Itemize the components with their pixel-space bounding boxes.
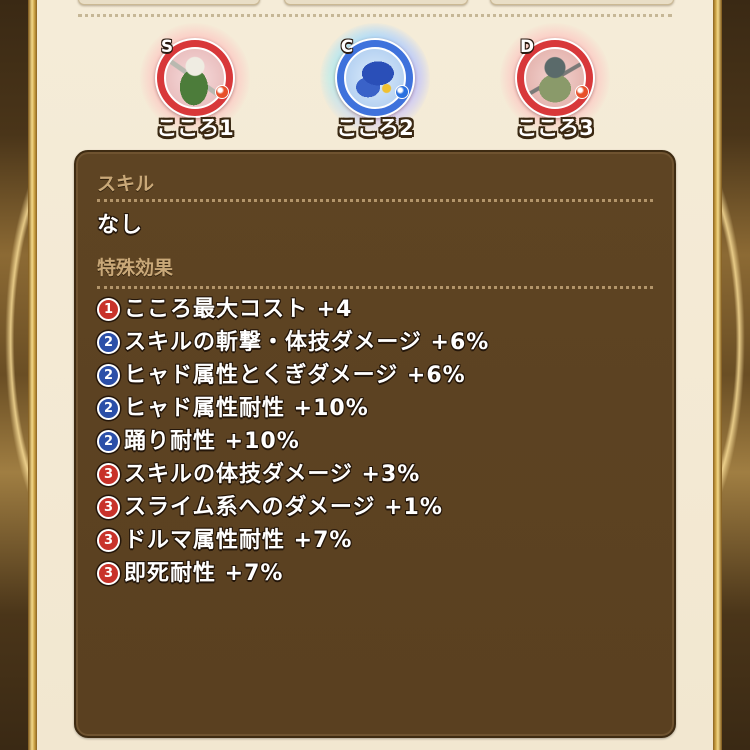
effect-text: スキルの斬撃・体技ダメージ +6%	[124, 329, 490, 355]
effects-header: 特殊効果	[97, 257, 174, 279]
effect-item: 3 スライム系へのダメージ +1%	[97, 491, 443, 524]
effect-text: スキルの体技ダメージ +3%	[124, 461, 421, 487]
circled-number-badge: 2	[97, 364, 120, 387]
gold-frame-right	[713, 0, 722, 750]
top-tab-button-1[interactable]	[78, 0, 260, 5]
heart-slot-3[interactable]: D こころ3	[495, 20, 615, 142]
heart-color-gem-icon	[575, 85, 589, 99]
circled-number-badge: 2	[97, 430, 120, 453]
top-divider	[78, 14, 672, 17]
effect-text: ヒャド属性耐性 +10%	[124, 395, 369, 421]
circled-number-badge: 3	[97, 463, 120, 486]
effects-divider	[97, 286, 653, 289]
circled-number-badge: 3	[97, 496, 120, 519]
circled-number-badge: 1	[97, 298, 120, 321]
circled-number-badge: 3	[97, 562, 120, 585]
effect-item: 3 即死耐性 +7%	[97, 557, 283, 590]
effect-item: 2 ヒャド属性耐性 +10%	[97, 392, 369, 425]
gold-frame-left	[28, 0, 37, 750]
rank-badge: D	[519, 37, 535, 57]
heart-color-gem-icon	[395, 85, 409, 99]
rank-badge: S	[160, 37, 174, 57]
effect-item: 2 ヒャド属性とくぎダメージ +6%	[97, 359, 466, 392]
top-tab-button-2[interactable]	[284, 0, 468, 5]
skill-value: なし	[97, 213, 144, 238]
circled-number-badge: 2	[97, 331, 120, 354]
effect-item: 2 スキルの斬撃・体技ダメージ +6%	[97, 326, 489, 359]
heart-slot-1[interactable]: S こころ1	[135, 20, 255, 142]
details-panel: スキル なし 特殊効果 1 こころ最大コスト +4 2 スキルの斬撃・体技ダメー…	[74, 150, 676, 738]
effect-item: 2 踊り耐性 +10%	[97, 425, 300, 458]
heart-label: こころ1	[156, 116, 234, 140]
heart-label: こころ3	[516, 116, 594, 140]
rank-badge: C	[340, 37, 354, 57]
effect-text: こころ最大コスト +4	[124, 296, 353, 322]
top-tab-button-3[interactable]	[490, 0, 674, 5]
background-right-edge	[720, 0, 750, 750]
effect-text: ヒャド属性とくぎダメージ +6%	[124, 362, 466, 388]
circled-number-badge: 3	[97, 529, 120, 552]
effect-item: 3 ドルマ属性耐性 +7%	[97, 524, 352, 557]
heart-label: こころ2	[336, 116, 414, 140]
circled-number-badge: 2	[97, 397, 120, 420]
heart-color-gem-icon	[215, 85, 229, 99]
effect-text: 踊り耐性 +10%	[124, 428, 300, 454]
effect-text: スライム系へのダメージ +1%	[124, 494, 443, 520]
skill-divider	[97, 199, 653, 202]
effect-item: 3 スキルの体技ダメージ +3%	[97, 458, 420, 491]
effect-text: 即死耐性 +7%	[124, 560, 284, 586]
effect-item: 1 こころ最大コスト +4	[97, 293, 352, 326]
skill-header: スキル	[97, 173, 155, 195]
background-left-edge	[0, 0, 30, 750]
effect-text: ドルマ属性耐性 +7%	[124, 527, 353, 553]
heart-slot-2[interactable]: C こころ2	[315, 20, 435, 142]
